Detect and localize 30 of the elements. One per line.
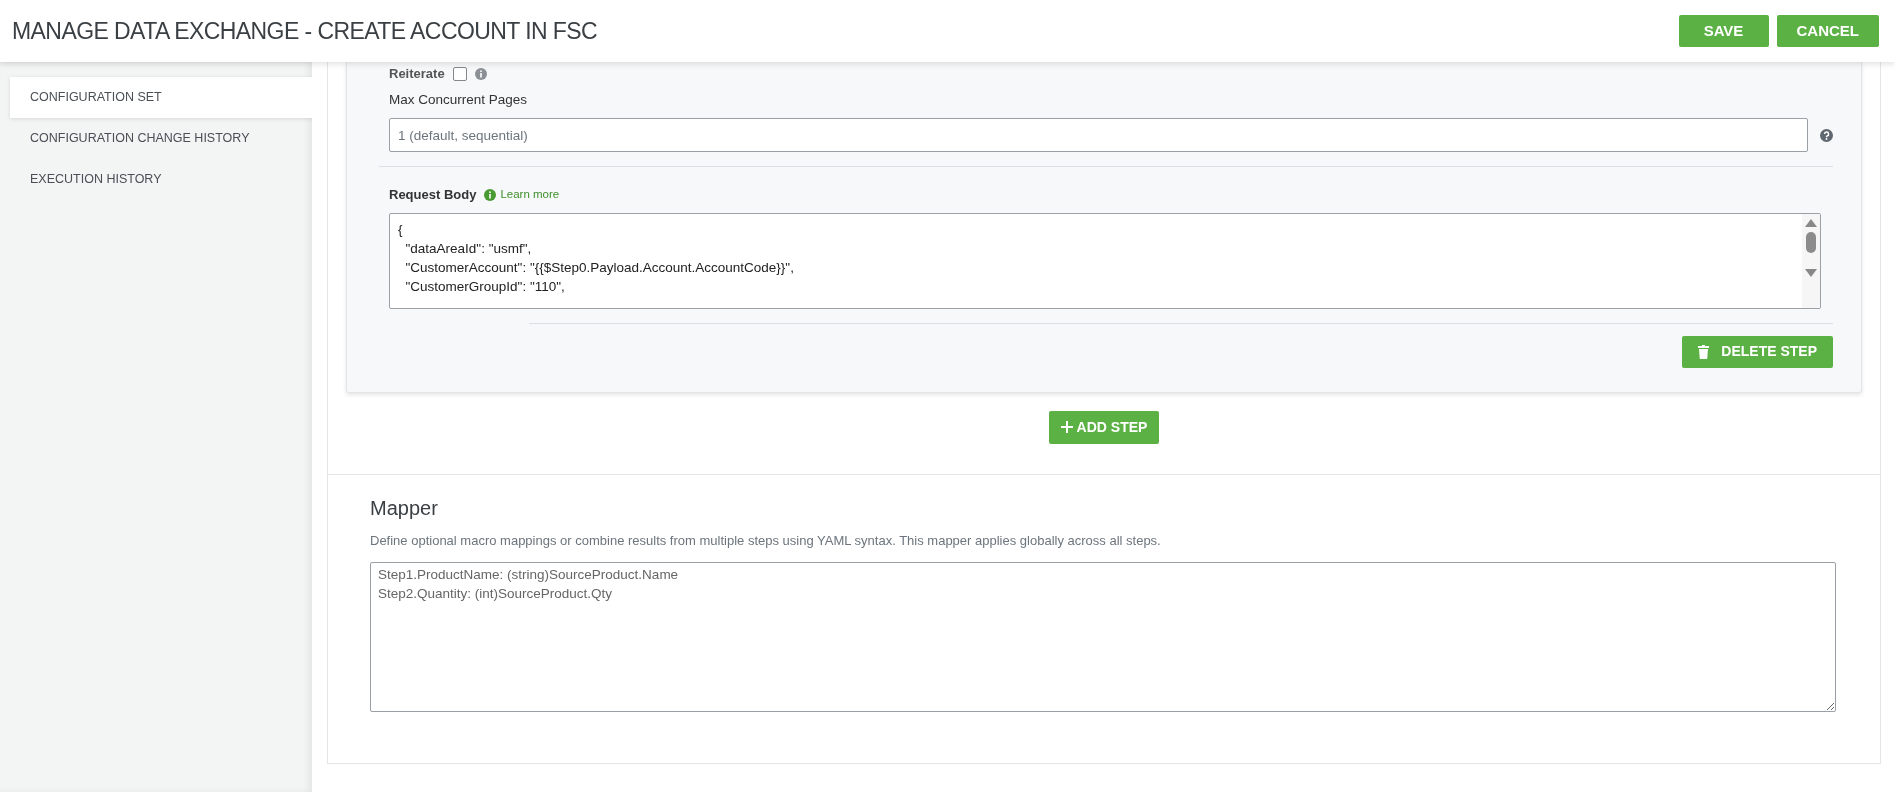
- code-line: {: [398, 220, 404, 239]
- delete-step-button[interactable]: DELETE STEP: [1682, 335, 1833, 368]
- sidebar-item[interactable]: CONFIGURATION CHANGE HISTORY: [10, 118, 312, 159]
- request-body-field[interactable]: { "dataAreaId": "usmf", "CustomerAccount": "{{$Step0.Payload.Account.AccountCode}}", "CustomerGroupId": "110",: [389, 212, 1821, 309]
- reiterate-checkbox[interactable]: [452, 67, 467, 81]
- page-title: MANAGE DATA EXCHANGE - CREATE ACCOUNT IN FSC: [12, 16, 598, 46]
- trash-icon: [1698, 344, 1710, 359]
- cancel-button[interactable]: CANCEL: [1776, 15, 1879, 47]
- max-pages-field[interactable]: 1 (default, sequential): [389, 118, 1808, 153]
- code-line: "CustomerGroupId": "110",: [404, 277, 566, 296]
- add-step-button[interactable]: ADD STEP: [1048, 410, 1160, 444]
- reiterate-label: Reiterate: [389, 65, 445, 84]
- save-button[interactable]: SAVE: [1678, 15, 1769, 47]
- sidebar-item[interactable]: CONFIGURATION SET: [10, 77, 312, 118]
- mapper-field[interactable]: Step1.ProductName: (string)SourceProduct.Name Step2.Quantity: (int)SourceProduct.Qty: [370, 562, 1836, 713]
- code-line: "CustomerAccount": "{{$Step0.Payload.Account.AccountCode}}",: [404, 258, 795, 277]
- plus-icon: [1060, 421, 1073, 434]
- request-body-label: Request Body: [389, 186, 477, 205]
- learn-more-link[interactable]: Learn more: [484, 186, 560, 204]
- info-icon: [484, 189, 497, 201]
- code-line: "dataAreaId": "usmf",: [404, 239, 533, 258]
- max-pages-label: Max Concurrent Pages: [389, 91, 529, 109]
- scrollbar-thumb[interactable]: [1806, 231, 1816, 253]
- mapper-title: Mapper: [370, 495, 439, 521]
- scroll-up-icon[interactable]: [1805, 218, 1817, 227]
- sidebar-item[interactable]: EXECUTION HISTORY: [10, 159, 312, 200]
- mapper-description: Define optional macro mappings or combine results from multiple steps using YAML syntax. This mapper applies globally across all steps.: [370, 531, 1162, 550]
- help-icon: [1820, 128, 1833, 142]
- scroll-down-icon[interactable]: [1805, 268, 1817, 277]
- info-icon: [474, 68, 487, 80]
